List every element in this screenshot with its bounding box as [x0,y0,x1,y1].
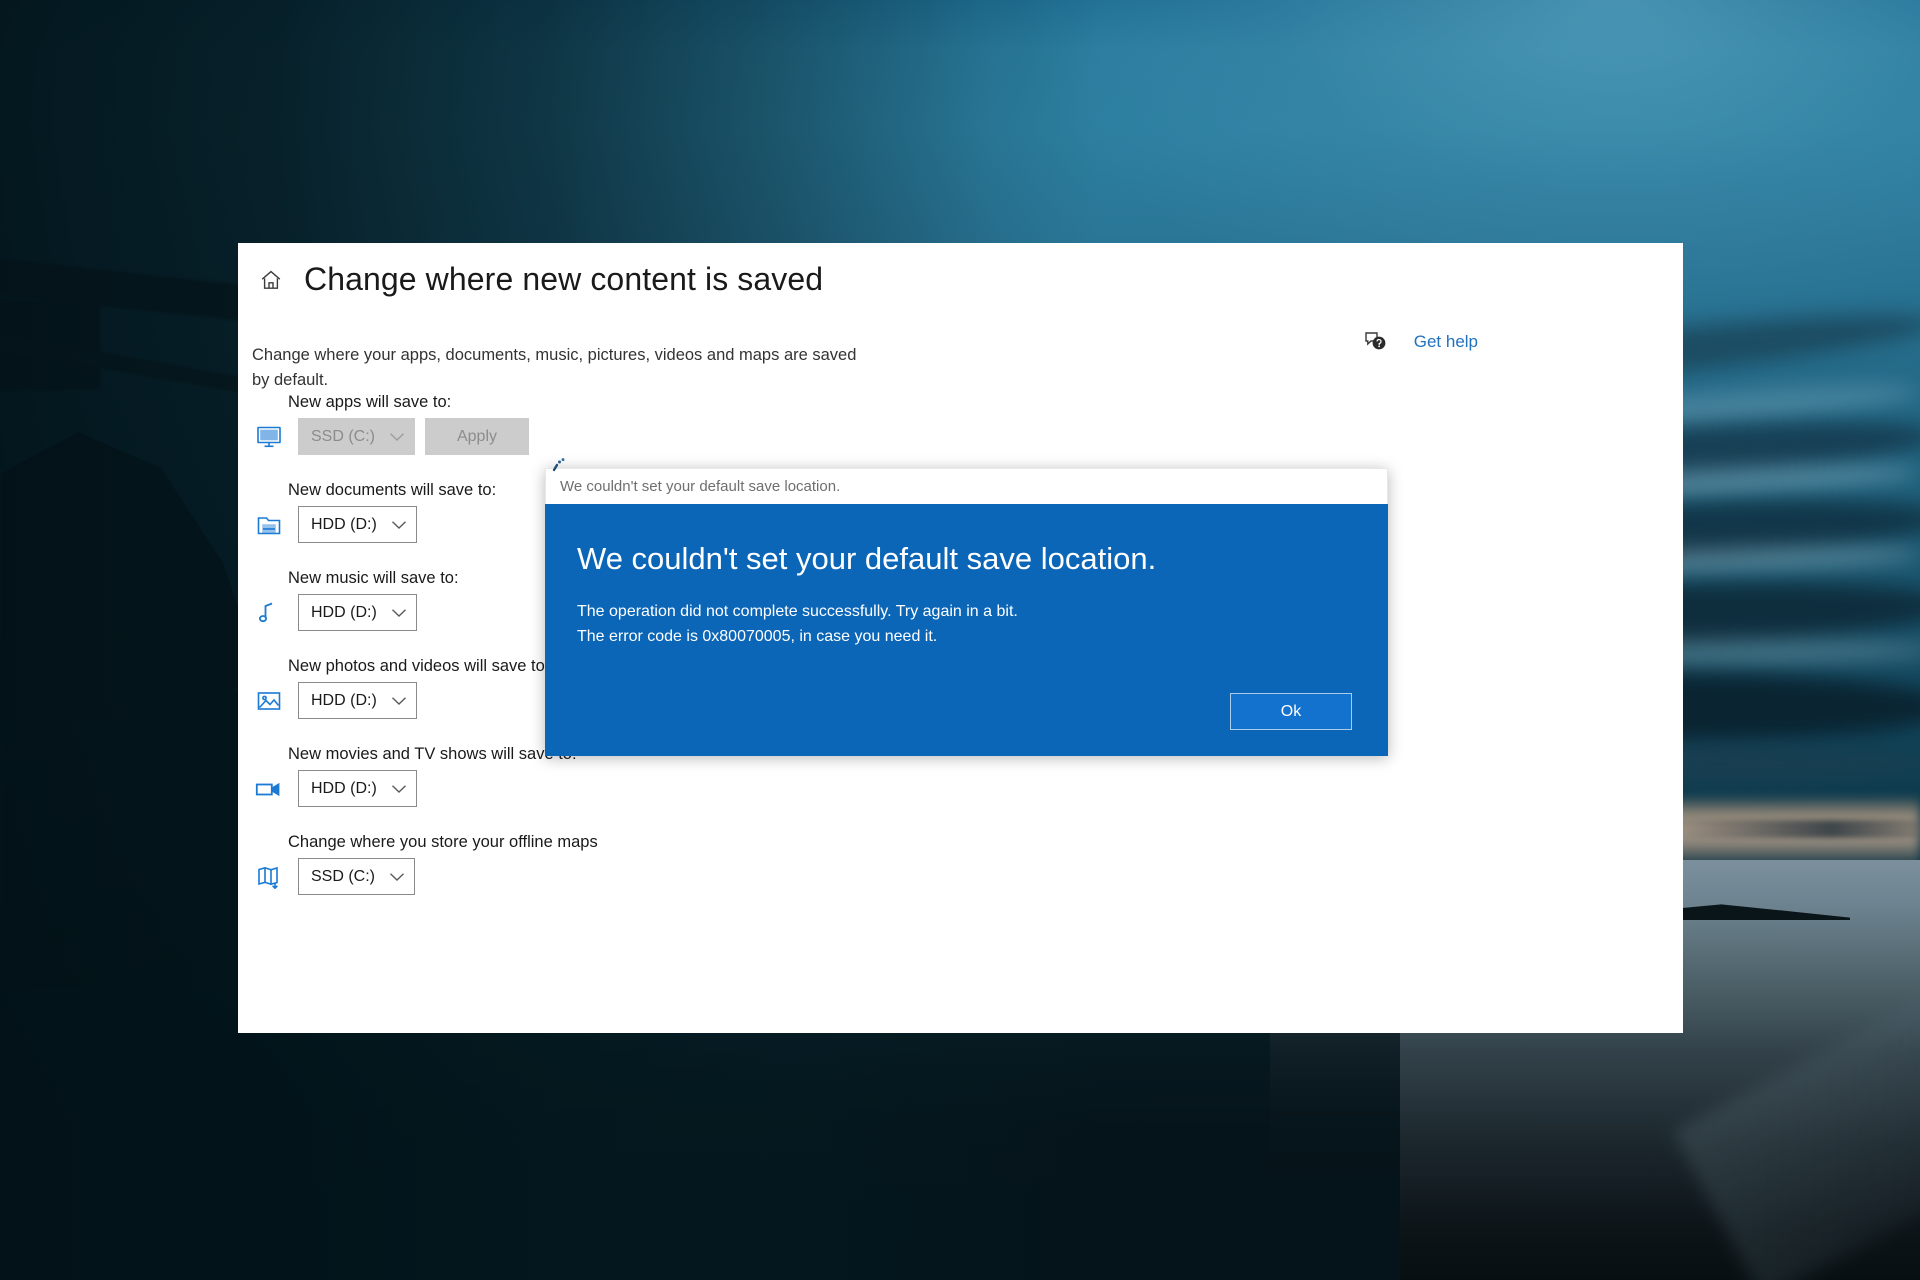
page-subtitle: Change where your apps, documents, music… [252,346,857,389]
dropdown-new-apps[interactable]: SSD (C:) [298,418,415,455]
row-offline-maps: Change where you store your offline maps… [238,833,1683,921]
dialog-message-line-1: The operation did not complete successfu… [577,603,1018,621]
dropdown-value: HDD (D:) [311,515,377,533]
dropdown-offline-maps[interactable]: SSD (C:) [298,858,415,895]
chevron-down-icon [391,608,407,618]
chevron-down-icon [391,520,407,530]
video-camera-icon [252,772,286,806]
music-note-icon [252,596,286,630]
dropdown-new-documents[interactable]: HDD (D:) [298,506,417,543]
row-controls: HDD (D:) [238,594,417,631]
dropdown-value: HDD (D:) [311,691,377,709]
row-controls: HDD (D:) [238,770,417,807]
chevron-down-icon [389,872,405,882]
row-label: New photos and videos will save to: [288,657,550,675]
row-label: Change where you store your offline maps [288,833,598,851]
error-dialog: We couldn't set your default save locati… [545,468,1388,757]
dialog-heading: We couldn't set your default save locati… [577,541,1157,576]
home-icon[interactable] [254,263,288,297]
page-title: Change where new content is saved [304,261,824,297]
row-controls: HDD (D:) [238,506,417,543]
dropdown-new-music[interactable]: HDD (D:) [298,594,417,631]
row-controls: SSD (C:) [238,858,415,895]
dropdown-value: SSD (C:) [311,427,375,445]
dialog-message-line-2: The error code is 0x80070005, in case yo… [577,628,938,646]
get-help-label: Get help [1413,332,1478,351]
dialog-body: We couldn't set your default save locati… [545,504,1388,757]
dialog-titlebar: We couldn't set your default save locati… [545,468,1388,504]
apply-button-new-apps[interactable]: Apply [425,418,529,455]
dialog-actions: Ok [577,693,1352,731]
monitor-apps-icon [252,420,286,454]
chevron-down-icon [391,696,407,706]
documents-folder-icon [252,508,286,542]
row-label: New documents will save to: [288,481,497,499]
row-label: New movies and TV shows will save to: [288,745,577,763]
row-new-movies-tv: New movies and TV shows will save to: HD… [238,745,1683,833]
page-header: Change where new content is saved [238,243,823,298]
dropdown-value: HDD (D:) [311,603,377,621]
row-controls: HDD (D:) [238,682,417,719]
dropdown-new-movies-tv[interactable]: HDD (D:) [298,770,417,807]
map-download-icon [252,860,286,894]
dropdown-value: HDD (D:) [311,779,377,797]
photo-picture-icon [252,684,286,718]
row-label: New apps will save to: [288,393,452,411]
dialog-titlebar-text: We couldn't set your default save locati… [560,478,841,495]
get-help-link[interactable]: Get help [1364,331,1478,353]
chevron-down-icon [391,784,407,794]
row-label: New music will save to: [288,569,459,587]
ok-button[interactable]: Ok [1230,693,1352,731]
row-controls: SSD (C:) Apply [238,418,529,455]
dropdown-new-photos-videos[interactable]: HDD (D:) [298,682,417,719]
dropdown-value: SSD (C:) [311,867,375,885]
chevron-down-icon [389,432,405,442]
help-bubble-icon [1364,331,1388,353]
